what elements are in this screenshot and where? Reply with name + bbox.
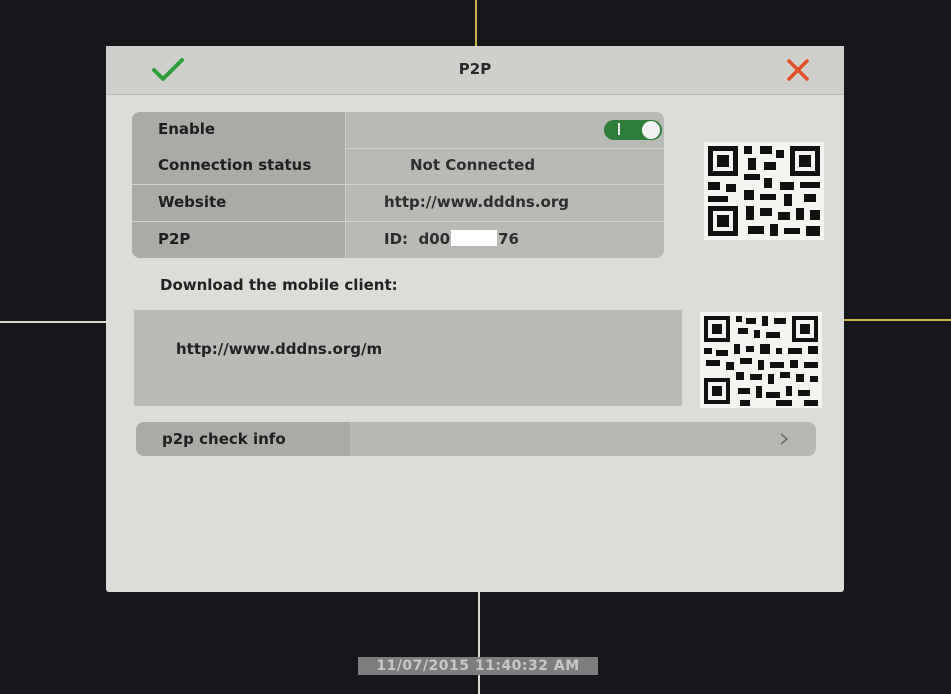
p2p-label: P2P bbox=[132, 222, 346, 258]
p2p-row: P2P ID: d00 76 bbox=[132, 222, 664, 258]
qr-code-icon bbox=[700, 312, 822, 408]
download-label: Download the mobile client: bbox=[160, 276, 398, 294]
mobile-client-link[interactable]: http://www.dddns.org/m bbox=[176, 340, 382, 358]
download-panel: http://www.dddns.org/m bbox=[134, 310, 682, 406]
crosshair-left-line bbox=[0, 321, 112, 323]
dialog-title: P2P bbox=[458, 60, 492, 78]
qr-code-icon bbox=[704, 142, 824, 240]
close-button[interactable] bbox=[784, 56, 812, 84]
crosshair-right-line bbox=[842, 319, 951, 321]
website-value: http://www.dddns.org bbox=[384, 193, 569, 211]
enable-row: Enable bbox=[132, 112, 664, 149]
p2p-dialog: P2P Enable Connection status Not Connect… bbox=[106, 46, 844, 592]
p2p-check-info-row[interactable]: p2p check info bbox=[136, 422, 816, 456]
website-label: Website bbox=[132, 185, 346, 221]
enable-label: Enable bbox=[132, 112, 346, 148]
close-icon bbox=[787, 59, 809, 81]
connection-status-label: Connection status bbox=[132, 148, 346, 184]
toggle-knob bbox=[642, 121, 660, 139]
connection-status-row: Connection status Not Connected bbox=[132, 148, 664, 185]
crosshair-bottom-line bbox=[478, 590, 480, 694]
connection-status-value: Not Connected bbox=[410, 156, 536, 174]
chevron-right-icon bbox=[780, 433, 789, 445]
website-row: Website http://www.dddns.org bbox=[132, 185, 664, 222]
enable-toggle[interactable] bbox=[604, 120, 662, 140]
redaction-block bbox=[451, 230, 498, 246]
crosshair-top-line bbox=[475, 0, 477, 46]
p2p-id-start: d00 bbox=[418, 230, 451, 248]
dialog-titlebar: P2P bbox=[106, 46, 844, 95]
p2p-id-value: ID: d00 76 bbox=[346, 222, 664, 258]
p2p-id-prefix: ID: bbox=[384, 230, 409, 248]
p2p-id-end: 76 bbox=[498, 230, 519, 248]
osd-timestamp: 11/07/2015 11:40:32 AM bbox=[358, 657, 598, 675]
settings-panel: Enable Connection status Not Connected W… bbox=[132, 112, 664, 258]
toggle-on-mark bbox=[618, 123, 620, 135]
check-info-label: p2p check info bbox=[136, 422, 350, 456]
